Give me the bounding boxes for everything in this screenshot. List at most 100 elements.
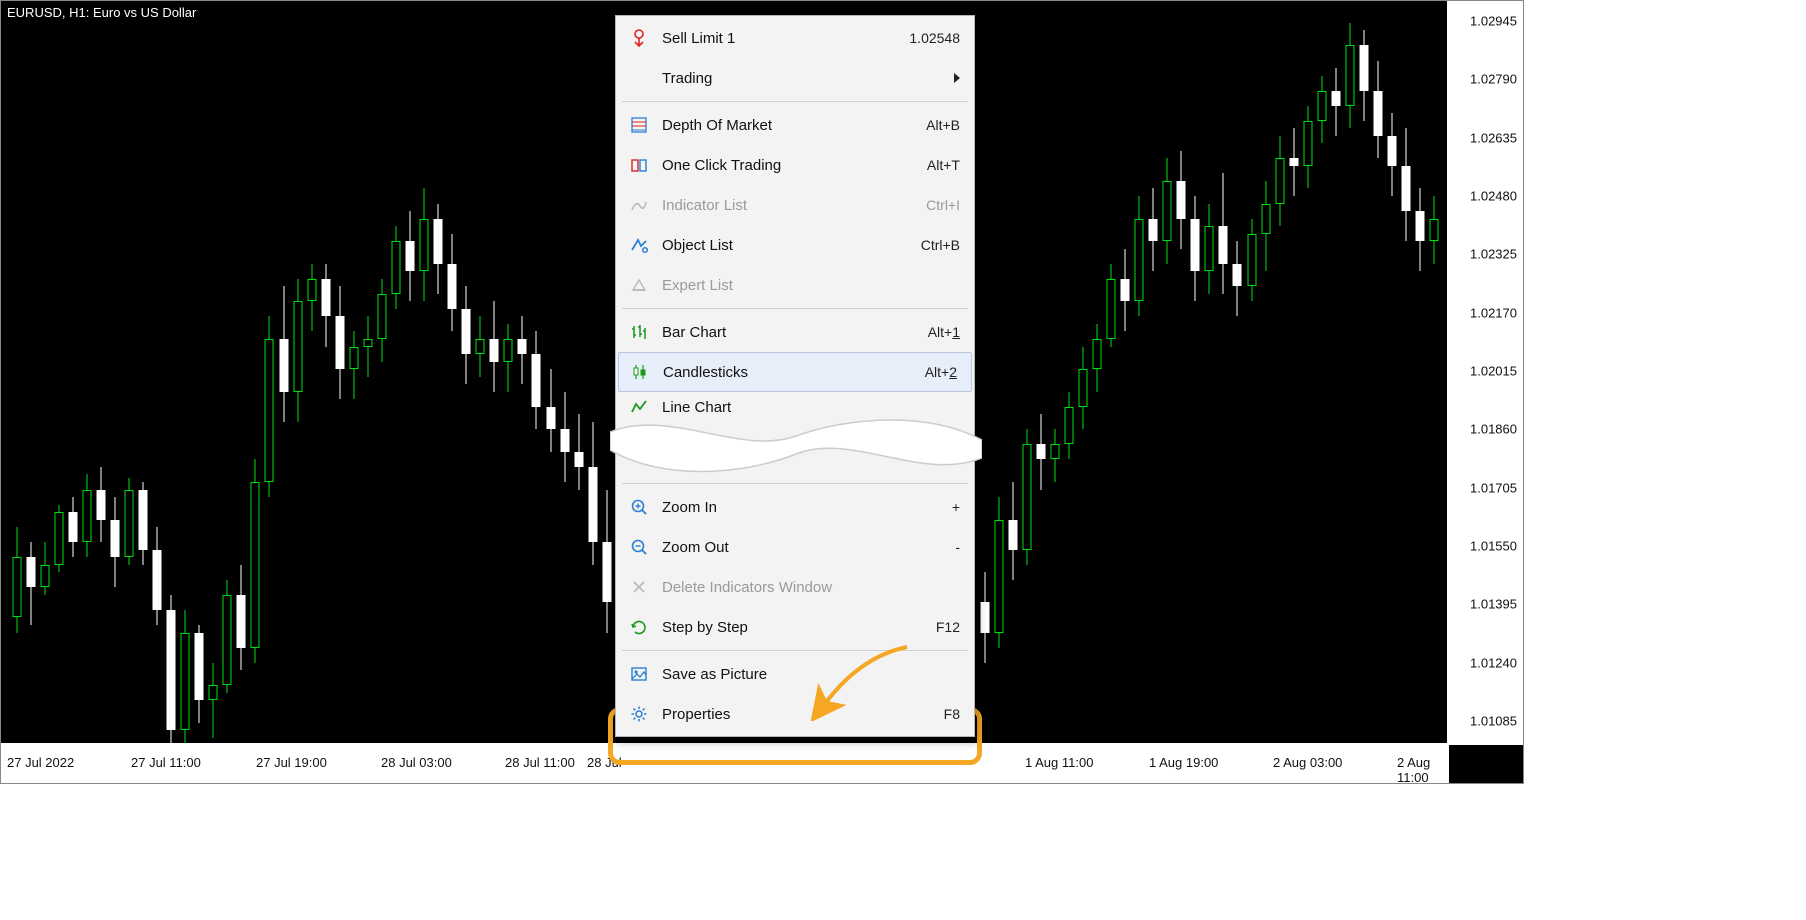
- gear-icon: [626, 701, 652, 727]
- menu-one-click-trading[interactable]: One Click Trading Alt+T: [616, 145, 974, 185]
- menu-zoom-in[interactable]: Zoom In +: [616, 487, 974, 527]
- y-tick: 1.01395: [1470, 597, 1517, 612]
- candle: [208, 663, 219, 738]
- candle: [404, 211, 415, 301]
- candle: [348, 331, 359, 399]
- candle: [264, 316, 275, 497]
- x-tick: 28 Jul 03:00: [381, 755, 452, 770]
- y-tick: 1.02170: [1470, 305, 1517, 320]
- candle: [152, 527, 163, 625]
- candle: [166, 595, 177, 761]
- menu-label: Candlesticks: [663, 364, 925, 381]
- expert-icon: [626, 272, 652, 298]
- candle: [95, 467, 106, 542]
- y-tick: 1.02790: [1470, 72, 1517, 87]
- menu-save-picture[interactable]: Save as Picture: [616, 654, 974, 694]
- candle: [1288, 128, 1299, 196]
- candle: [278, 286, 289, 421]
- menu-label: Expert List: [662, 277, 960, 294]
- candle: [545, 369, 556, 452]
- picture-icon: [626, 661, 652, 687]
- x-tick: 28 Jul: [587, 755, 622, 770]
- candle: [1401, 128, 1412, 241]
- candle: [11, 527, 22, 632]
- candle: [1148, 188, 1159, 271]
- menu-label: Trading: [662, 70, 946, 87]
- menu-properties[interactable]: Properties F8: [616, 694, 974, 734]
- y-tick: 1.01085: [1470, 714, 1517, 729]
- menu-label: Bar Chart: [662, 324, 928, 341]
- menu-shortcut: Alt+B: [926, 117, 960, 133]
- menu-shortcut: F12: [936, 619, 960, 635]
- candle: [531, 331, 542, 429]
- candle: [1120, 249, 1131, 332]
- y-tick: 1.02945: [1470, 14, 1517, 29]
- depth-icon: [626, 112, 652, 138]
- candle: [993, 497, 1004, 648]
- candle: [1372, 61, 1383, 159]
- menu-delete-indicators: Delete Indicators Window: [616, 567, 974, 607]
- step-icon: [626, 614, 652, 640]
- one-click-icon: [626, 152, 652, 178]
- chart-window: EURUSD, H1: Euro vs US Dollar 27 Jul 202…: [0, 0, 1524, 784]
- y-tick: 1.01860: [1470, 422, 1517, 437]
- y-tick: 1.02015: [1470, 364, 1517, 379]
- close-icon: [626, 574, 652, 600]
- candle: [461, 286, 472, 384]
- candle: [53, 505, 64, 573]
- y-tick: 1.02325: [1470, 247, 1517, 262]
- candle: [334, 286, 345, 399]
- candle: [39, 542, 50, 595]
- menu-label: Zoom Out: [662, 539, 955, 556]
- indicator-icon: [626, 192, 652, 218]
- x-tick: 2 Aug 03:00: [1273, 755, 1342, 770]
- menu-bar-chart[interactable]: Bar Chart Alt+1: [616, 312, 974, 352]
- menu-object-list[interactable]: Object List Ctrl+B: [616, 225, 974, 265]
- chart-title: EURUSD, H1: Euro vs US Dollar: [7, 5, 196, 20]
- menu-candlesticks[interactable]: Candlesticks Alt+2: [618, 352, 972, 392]
- candle: [601, 490, 612, 633]
- candle: [1049, 429, 1060, 482]
- menu-shortcut: F8: [944, 706, 960, 722]
- menu-depth-of-market[interactable]: Depth Of Market Alt+B: [616, 105, 974, 145]
- menu-shortcut: Alt+T: [927, 157, 960, 173]
- x-tick: 1 Aug 19:00: [1149, 755, 1218, 770]
- candle: [489, 301, 500, 391]
- candle: [1091, 324, 1102, 392]
- menu-label: Properties: [662, 706, 944, 723]
- menu-label: Line Chart: [662, 399, 960, 416]
- candle: [180, 610, 191, 745]
- menu-separator: [622, 483, 968, 484]
- candle: [292, 279, 303, 422]
- candle: [1162, 158, 1173, 263]
- menu-sell-limit[interactable]: Sell Limit 1 1.02548: [616, 18, 974, 58]
- menu-price: 1.02548: [909, 30, 960, 46]
- x-tick: 28 Jul 11:00: [505, 755, 575, 770]
- candle: [1274, 136, 1285, 226]
- context-menu: Sell Limit 1 1.02548 Trading Depth Of Ma…: [615, 15, 975, 737]
- candle: [517, 316, 528, 384]
- menu-label: Object List: [662, 237, 921, 254]
- menu-label: Step by Step: [662, 619, 936, 636]
- menu-trading[interactable]: Trading: [616, 58, 974, 98]
- menu-label: One Click Trading: [662, 157, 927, 174]
- candle: [1204, 204, 1215, 294]
- candle: [503, 324, 514, 392]
- candlestick-icon: [627, 359, 653, 385]
- candle: [475, 316, 486, 376]
- candle: [1344, 23, 1355, 128]
- zoom-out-icon: [626, 534, 652, 560]
- y-axis: 1.029451.027901.026351.024801.023251.021…: [1447, 1, 1523, 745]
- candle: [1246, 219, 1257, 302]
- sell-icon: [626, 25, 652, 51]
- menu-truncated-section: [616, 422, 974, 480]
- menu-label: Save as Picture: [662, 666, 960, 683]
- candle: [137, 482, 148, 565]
- menu-step-by-step[interactable]: Step by Step F12: [616, 607, 974, 647]
- candle: [123, 478, 134, 565]
- y-tick: 1.01705: [1470, 480, 1517, 495]
- menu-zoom-out[interactable]: Zoom Out -: [616, 527, 974, 567]
- y-tick: 1.01550: [1470, 539, 1517, 554]
- candle: [1007, 482, 1018, 580]
- candle: [194, 625, 205, 723]
